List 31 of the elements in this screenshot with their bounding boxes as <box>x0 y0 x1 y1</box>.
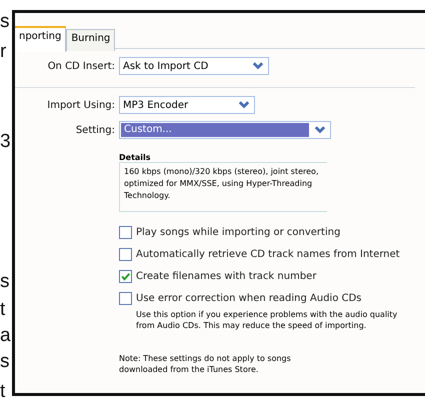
field-label: On CD Insert: <box>46 60 116 72</box>
page-text-fragment: a <box>0 326 12 346</box>
field-label: Setting: <box>74 124 116 136</box>
page-text-fragment: 3 <box>0 132 12 152</box>
checkbox[interactable] <box>119 270 132 283</box>
caret-icon <box>237 99 251 111</box>
page-text-fragment: s <box>0 12 10 32</box>
option-description: Use this option if you experience problems with the audio quality from Audio CDs. This may reduce the speed of importing. <box>136 309 398 331</box>
page-text-fragment: t <box>0 300 6 320</box>
caret-icon <box>251 60 265 72</box>
tab[interactable]: Burning <box>66 29 116 51</box>
details-label: Details <box>119 153 152 162</box>
on-cd-insert-dropdown[interactable]: Ask to Import CD <box>119 57 269 75</box>
page-text-fragment: s <box>0 272 10 292</box>
details-text: 160 kbps (mono)/320 kbps (stereo), joint stereo, optimized for MMX/SSE, using Hyper-Threading Technology. <box>124 167 318 200</box>
checkbox-label: Create filenames with track number <box>136 271 316 282</box>
checkbox[interactable] <box>119 226 132 239</box>
page-text-fragment: r <box>0 42 8 62</box>
note-text: Note: These settings do not apply to songs downloaded from the iTunes Store. <box>119 353 292 375</box>
field-label: Import Using: <box>46 100 116 110</box>
setting-dropdown[interactable]: Custom... <box>119 121 331 139</box>
checkbox[interactable] <box>119 248 132 261</box>
checkbox-label: Play songs while importing or converting <box>136 227 340 238</box>
checkbox[interactable] <box>119 292 132 305</box>
caret-icon <box>313 124 327 136</box>
tab[interactable]: nporting <box>15 26 66 52</box>
page-text-fragment: s <box>0 352 10 372</box>
checkbox-label: Automatically retrieve CD track names from Internet <box>136 249 400 260</box>
checkbox-label: Use error correction when reading Audio CDs <box>136 293 362 304</box>
page-text-fragment: t <box>0 382 6 402</box>
import-using-dropdown[interactable]: MP3 Encoder <box>119 96 255 114</box>
